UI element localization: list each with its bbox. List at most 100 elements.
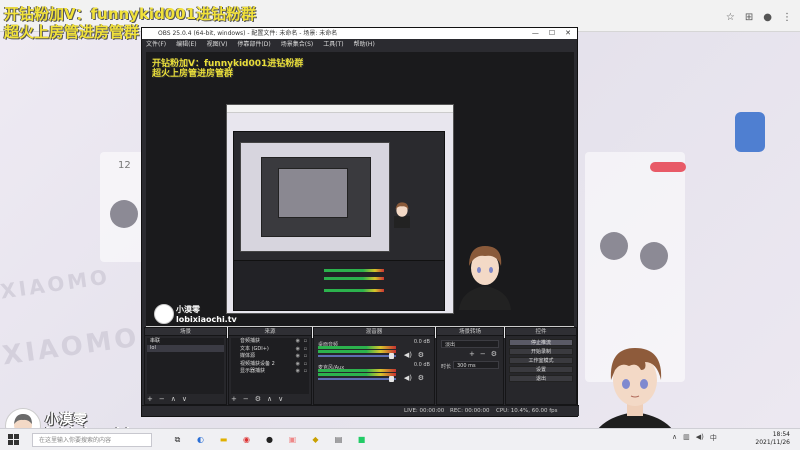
lock-icon[interactable]: ▫ [304,361,307,369]
menu-edit[interactable]: 编辑(E) [176,39,196,50]
settings-button[interactable]: 设置 [509,366,573,373]
duration-input[interactable]: 300 ms [453,361,499,369]
bg-avatar [640,242,668,270]
menu-file[interactable]: 文件(F) [146,39,166,50]
add-icon[interactable]: + [469,350,475,358]
volume-slider-handle[interactable] [389,353,394,359]
menu-docks[interactable]: 停靠部件(D) [237,39,270,50]
obs-icon[interactable]: ● [262,432,277,447]
source-item[interactable]: 音频捕获 ◉ ▫ [231,338,309,346]
extension-icon[interactable]: ⊞ [745,12,753,23]
start-recording-button[interactable]: 开始录制 [509,348,573,355]
eye-icon[interactable]: ◉ [296,346,300,354]
eye-icon[interactable]: ◉ [296,353,300,361]
scene-item[interactable]: lol [147,345,224,352]
lock-icon[interactable]: ▫ [304,353,307,361]
bg-counter: 12 [118,160,131,171]
source-item-label: 媒体源 [240,353,256,359]
audio-meter [318,346,396,349]
menu-help[interactable]: 帮助(H) [354,39,375,50]
app-icon[interactable]: ▣ [285,432,300,447]
menu-icon[interactable]: ⋮ [782,12,792,23]
taskbar-clock[interactable]: 18:54 2021/11/26 [755,431,790,447]
add-icon[interactable]: + [147,395,153,403]
speaker-icon[interactable]: ◀) [404,374,412,382]
sources-toolbar: + − ⚙ ∧ ∨ [231,395,283,403]
speaker-icon[interactable]: ◀) [404,351,412,359]
exit-button[interactable]: 退出 [509,375,573,382]
lock-icon[interactable]: ▫ [304,338,307,346]
app-icon[interactable]: ■ [354,432,369,447]
menu-view[interactable]: 视图(V) [207,39,228,50]
lock-icon[interactable]: ▫ [304,368,307,376]
scenes-toolbar: + − ∧ ∨ [147,395,187,403]
preview-brand-logo [154,304,174,324]
transitions-dock-title: 场景转场 [437,328,503,336]
eye-icon[interactable]: ◉ [296,361,300,369]
ime-icon[interactable]: 中 [710,433,717,443]
source-item[interactable]: 视频捕获设备 2 ◉ ▫ [231,361,309,369]
eye-icon[interactable]: ◉ [296,368,300,376]
obs-menu-bar: 文件(F) 编辑(E) 视图(V) 停靠部件(D) 场景集合(S) 工具(T) … [142,39,577,50]
channel-db: 0.0 dB [413,362,430,368]
bg-avatar [110,200,138,228]
nested-meter [324,277,384,280]
remove-icon[interactable]: − [243,395,249,403]
edge-icon[interactable]: ◐ [193,432,208,447]
stop-streaming-button[interactable]: 停止推流 [509,339,573,346]
app-icon[interactable]: ◆ [308,432,323,447]
lock-icon[interactable]: ▫ [304,346,307,354]
sources-dock: 来源 音频捕获 ◉ ▫ 文本 (GDI+) ◉ ▫ 媒体源 ◉ ▫ 视频捕获设备 2 ◉ ▫ 显… [228,327,312,405]
obs-status-bar: LIVE: 00:00:00 REC: 00:00:00 CPU: 10.4%,… [142,405,579,416]
eye-icon[interactable]: ◉ [296,338,300,346]
close-icon[interactable]: ✕ [565,28,571,39]
profile-icon[interactable]: ● [763,12,772,23]
volume-slider[interactable] [318,378,396,380]
gear-icon[interactable]: ⚙ [418,351,424,359]
controls-dock: 控件 停止推流 开始录制 工作室模式 设置 退出 [505,327,577,405]
source-item[interactable]: 显示器捕获 ◉ ▫ [231,368,309,376]
browser-actions: ☆ ⊞ ● ⋮ [726,12,792,23]
gear-icon[interactable]: ⚙ [255,395,261,403]
volume-slider[interactable] [318,355,396,357]
bookmark-icon[interactable]: ☆ [726,12,735,23]
add-icon[interactable]: + [231,395,237,403]
mixer-dock: 混音器 桌面音频 0.0 dB ◀) ⚙ 麦克风/Aux 0.0 dB ◀) ⚙ [313,327,435,405]
network-icon[interactable]: ▥ [683,433,690,443]
volume-slider-handle[interactable] [389,376,394,382]
obs-title-text: OBS 25.0.4 (64-bit, windows) - 配置文件: 未命名… [158,30,338,37]
minimize-icon[interactable]: — [532,28,539,39]
menu-scene-collection[interactable]: 场景集合(S) [281,39,314,50]
move-up-icon[interactable]: ∧ [267,395,272,403]
move-up-icon[interactable]: ∧ [171,395,176,403]
vtuber-avatar-tiny [394,202,410,228]
scene-item[interactable]: 串联 [147,338,224,345]
taskbar-search-input[interactable]: 在这里输入你要搜索的内容 [32,433,152,447]
preview-brand-site: lobixiaochi.tv [176,315,237,324]
studio-mode-button[interactable]: 工作室模式 [509,357,573,364]
maximize-icon[interactable]: ☐ [549,28,555,39]
move-down-icon[interactable]: ∨ [182,395,187,403]
source-item[interactable]: 媒体源 ◉ ▫ [231,353,309,361]
folder-icon[interactable]: ▬ [216,432,231,447]
obs-window: OBS 25.0.4 (64-bit, windows) - 配置文件: 未命名… [141,27,579,417]
move-down-icon[interactable]: ∨ [278,395,283,403]
source-item[interactable]: 文本 (GDI+) ◉ ▫ [231,346,309,354]
gear-icon[interactable]: ⚙ [491,350,497,358]
start-icon[interactable] [8,434,20,446]
remove-icon[interactable]: − [480,350,486,358]
task-view-icon[interactable]: ⧉ [170,432,185,447]
app-icon[interactable]: ▤ [331,432,346,447]
chevron-up-icon[interactable]: ∧ [672,433,677,443]
bg-watermark: XIAOMO [0,264,112,304]
gear-icon[interactable]: ⚙ [418,374,424,382]
nested-meter [324,289,384,292]
scenes-dock: 场景 串联 lol + − ∧ ∨ [144,327,227,405]
nested-obs-2 [261,157,371,237]
menu-tools[interactable]: 工具(T) [323,39,343,50]
speaker-icon[interactable]: ◀) [696,433,704,443]
transition-type-select[interactable]: 淡出 [441,340,499,348]
chrome-icon[interactable]: ◉ [239,432,254,447]
obs-window-controls: — ☐ ✕ [532,28,571,39]
remove-icon[interactable]: − [159,395,165,403]
